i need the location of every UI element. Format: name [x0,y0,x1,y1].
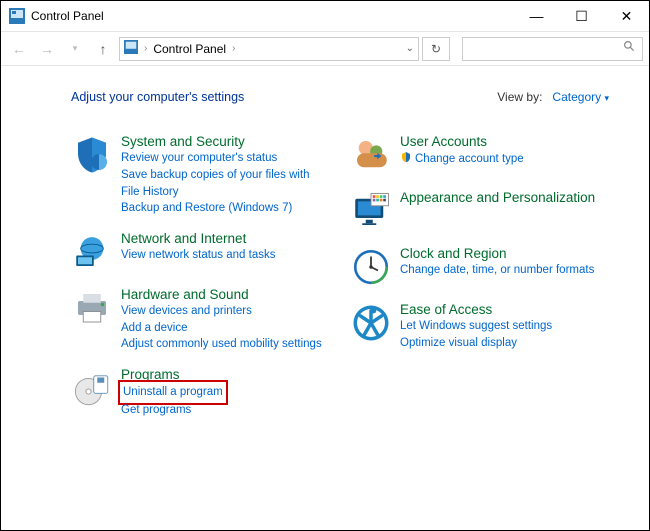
clock-icon [350,246,392,288]
category-network-internet: Network and Internet View network status… [71,231,330,273]
control-panel-small-icon [124,40,138,57]
printer-icon [71,287,113,329]
maximize-button[interactable]: ☐ [559,1,604,31]
category-link-programs[interactable]: Programs [121,367,225,383]
users-icon [350,134,392,176]
ease-of-access-icon [350,302,392,344]
category-hardware-sound: Hardware and Sound View devices and prin… [71,287,330,353]
sublink-network-status[interactable]: View network status and tasks [121,247,275,264]
category-link-user-accounts[interactable]: User Accounts [400,134,524,150]
sublink-file-history[interactable]: Save backup copies of your files with Fi… [121,167,330,200]
minimize-button[interactable]: — [514,1,559,31]
search-icon [623,40,636,58]
sublink-get-programs[interactable]: Get programs [121,402,225,419]
sublink-date-time-formats[interactable]: Change date, time, or number formats [400,262,594,279]
category-clock-region: Clock and Region Change date, time, or n… [350,246,609,288]
shield-icon [71,134,113,176]
network-icon [71,231,113,273]
category-link-ease-of-access[interactable]: Ease of Access [400,302,552,318]
column-right: User Accounts Change account type Appear… [350,134,609,419]
category-user-accounts: User Accounts Change account type [350,134,609,176]
category-ease-of-access: Ease of Access Let Windows suggest setti… [350,302,609,352]
breadcrumb-sep-icon: › [144,43,147,54]
sublink-devices-printers[interactable]: View devices and printers [121,303,322,320]
control-panel-app-icon [9,8,25,24]
sublink-backup-restore[interactable]: Backup and Restore (Windows 7) [121,200,330,217]
sublink-add-device[interactable]: Add a device [121,320,322,337]
refresh-button[interactable]: ↻ [422,37,450,61]
sublink-change-account-type[interactable]: Change account type [415,151,524,168]
toolbar: ← → ▾ ↑ › Control Panel › ⌄ ↻ [1,31,649,66]
sublink-mobility-settings[interactable]: Adjust commonly used mobility settings [121,336,322,353]
close-button[interactable]: ✕ [604,1,649,31]
search-input[interactable] [462,37,643,61]
column-left: System and Security Review your computer… [71,134,330,419]
up-button[interactable]: ↑ [91,37,115,61]
address-bar[interactable]: › Control Panel › ⌄ [119,37,419,61]
content-area: Adjust your computer's settings View by:… [1,66,649,530]
view-by-control[interactable]: View by: Category ▾ [497,90,609,104]
chevron-down-icon: ▾ [604,93,609,103]
window-title: Control Panel [31,9,514,23]
category-link-network[interactable]: Network and Internet [121,231,275,247]
back-button[interactable]: ← [7,37,31,61]
sublink-suggest-settings[interactable]: Let Windows suggest settings [400,318,552,335]
category-link-system-security[interactable]: System and Security [121,134,330,150]
category-system-security: System and Security Review your computer… [71,134,330,217]
monitor-icon [350,190,392,232]
breadcrumb-item[interactable]: Control Panel [153,42,226,56]
sublink-review-status[interactable]: Review your computer's status [121,150,330,167]
breadcrumb-sep-icon: › [232,43,235,54]
category-link-clock-region[interactable]: Clock and Region [400,246,594,262]
view-by-label: View by: [497,90,542,104]
category-link-hardware[interactable]: Hardware and Sound [121,287,322,303]
forward-button[interactable]: → [35,37,59,61]
category-programs: Programs Uninstall a program Get program… [71,367,330,419]
title-bar: Control Panel — ☐ ✕ [1,1,649,31]
recent-dropdown[interactable]: ▾ [63,37,87,61]
sublink-uninstall-program[interactable]: Uninstall a program [121,383,225,402]
shield-small-icon [400,150,412,168]
category-link-appearance[interactable]: Appearance and Personalization [400,190,595,206]
category-appearance: Appearance and Personalization [350,190,609,232]
disc-icon [71,367,113,409]
sublink-optimize-display[interactable]: Optimize visual display [400,335,552,352]
address-dropdown-icon[interactable]: ⌄ [406,43,414,54]
view-by-value: Category [552,90,601,104]
